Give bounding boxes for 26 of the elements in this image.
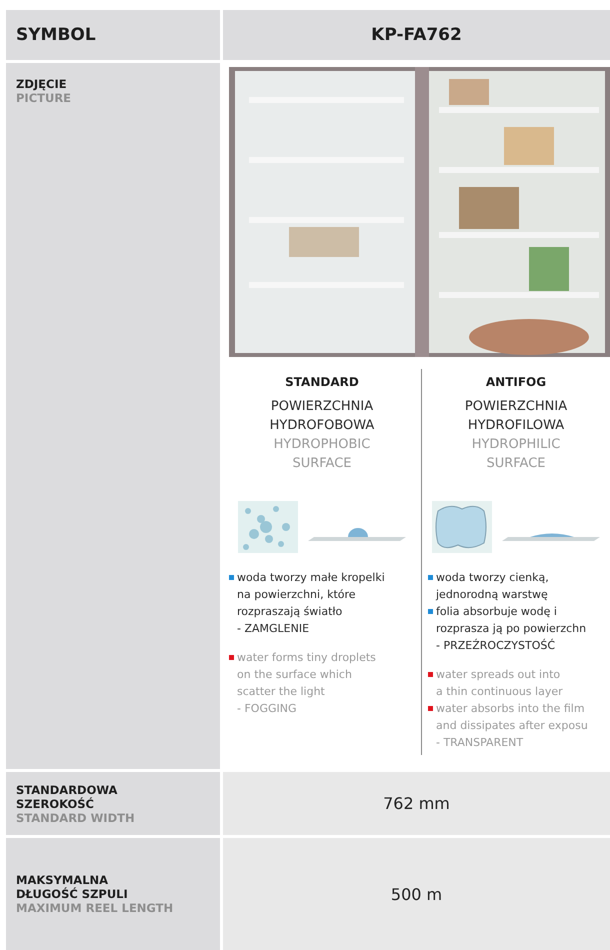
row-label: STANDARDOWA SZEROKOŚĆ — [16, 782, 118, 810]
spec-value: 500 m — [390, 884, 442, 904]
bullet-text: water absorbs into the film and dissipates after exposu - TRANSPARENT — [436, 701, 588, 751]
column-heading: ANTIFOG — [486, 375, 546, 389]
bullet-icon — [428, 672, 433, 677]
bullet-text: woda tworzy małe kropelki na powierzchni, które rozpraszają światło - ZAMGLENIE — [237, 570, 385, 637]
bullet-icon — [229, 655, 234, 660]
bullet-text: water forms tiny droplets on the surface which scatter the light - FOGGING — [237, 650, 376, 717]
surface-name: POWIERZCHNIA HYDROFILOWA — [464, 398, 568, 435]
bullet-icon — [428, 575, 433, 580]
spec-value: 762 mm — [383, 794, 450, 813]
row-label-translation: STANDARD WIDTH — [16, 810, 136, 824]
row-label-translation: PICTURE — [16, 91, 72, 105]
bullet-text: folia absorbuje wodę i rozprasza ją po powierzchn - PRZEŹROCZYSTOŚĆ — [436, 604, 586, 654]
row-label-translation: MAXIMUM REEL LENGTH — [16, 901, 174, 915]
row-label: MAKSYMALNA DŁUGOŚĆ SZPULI — [16, 873, 129, 901]
column-heading: STANDARD — [285, 375, 359, 389]
product-code: KP-FA762 — [371, 25, 462, 45]
row-label: ZDJĘCIE — [16, 77, 68, 91]
column-header: SYMBOL — [16, 25, 96, 45]
surface-name: POWIERZCHNIA HYDROFOBOWA — [270, 398, 374, 435]
bullet-icon — [428, 609, 433, 614]
bullet-icon — [229, 575, 234, 580]
surface-name-translation: HYDROPHILIC SURFACE — [472, 436, 560, 473]
surface-name-translation: HYDROPHOBIC SURFACE — [274, 436, 370, 473]
bullet-icon — [428, 706, 433, 711]
